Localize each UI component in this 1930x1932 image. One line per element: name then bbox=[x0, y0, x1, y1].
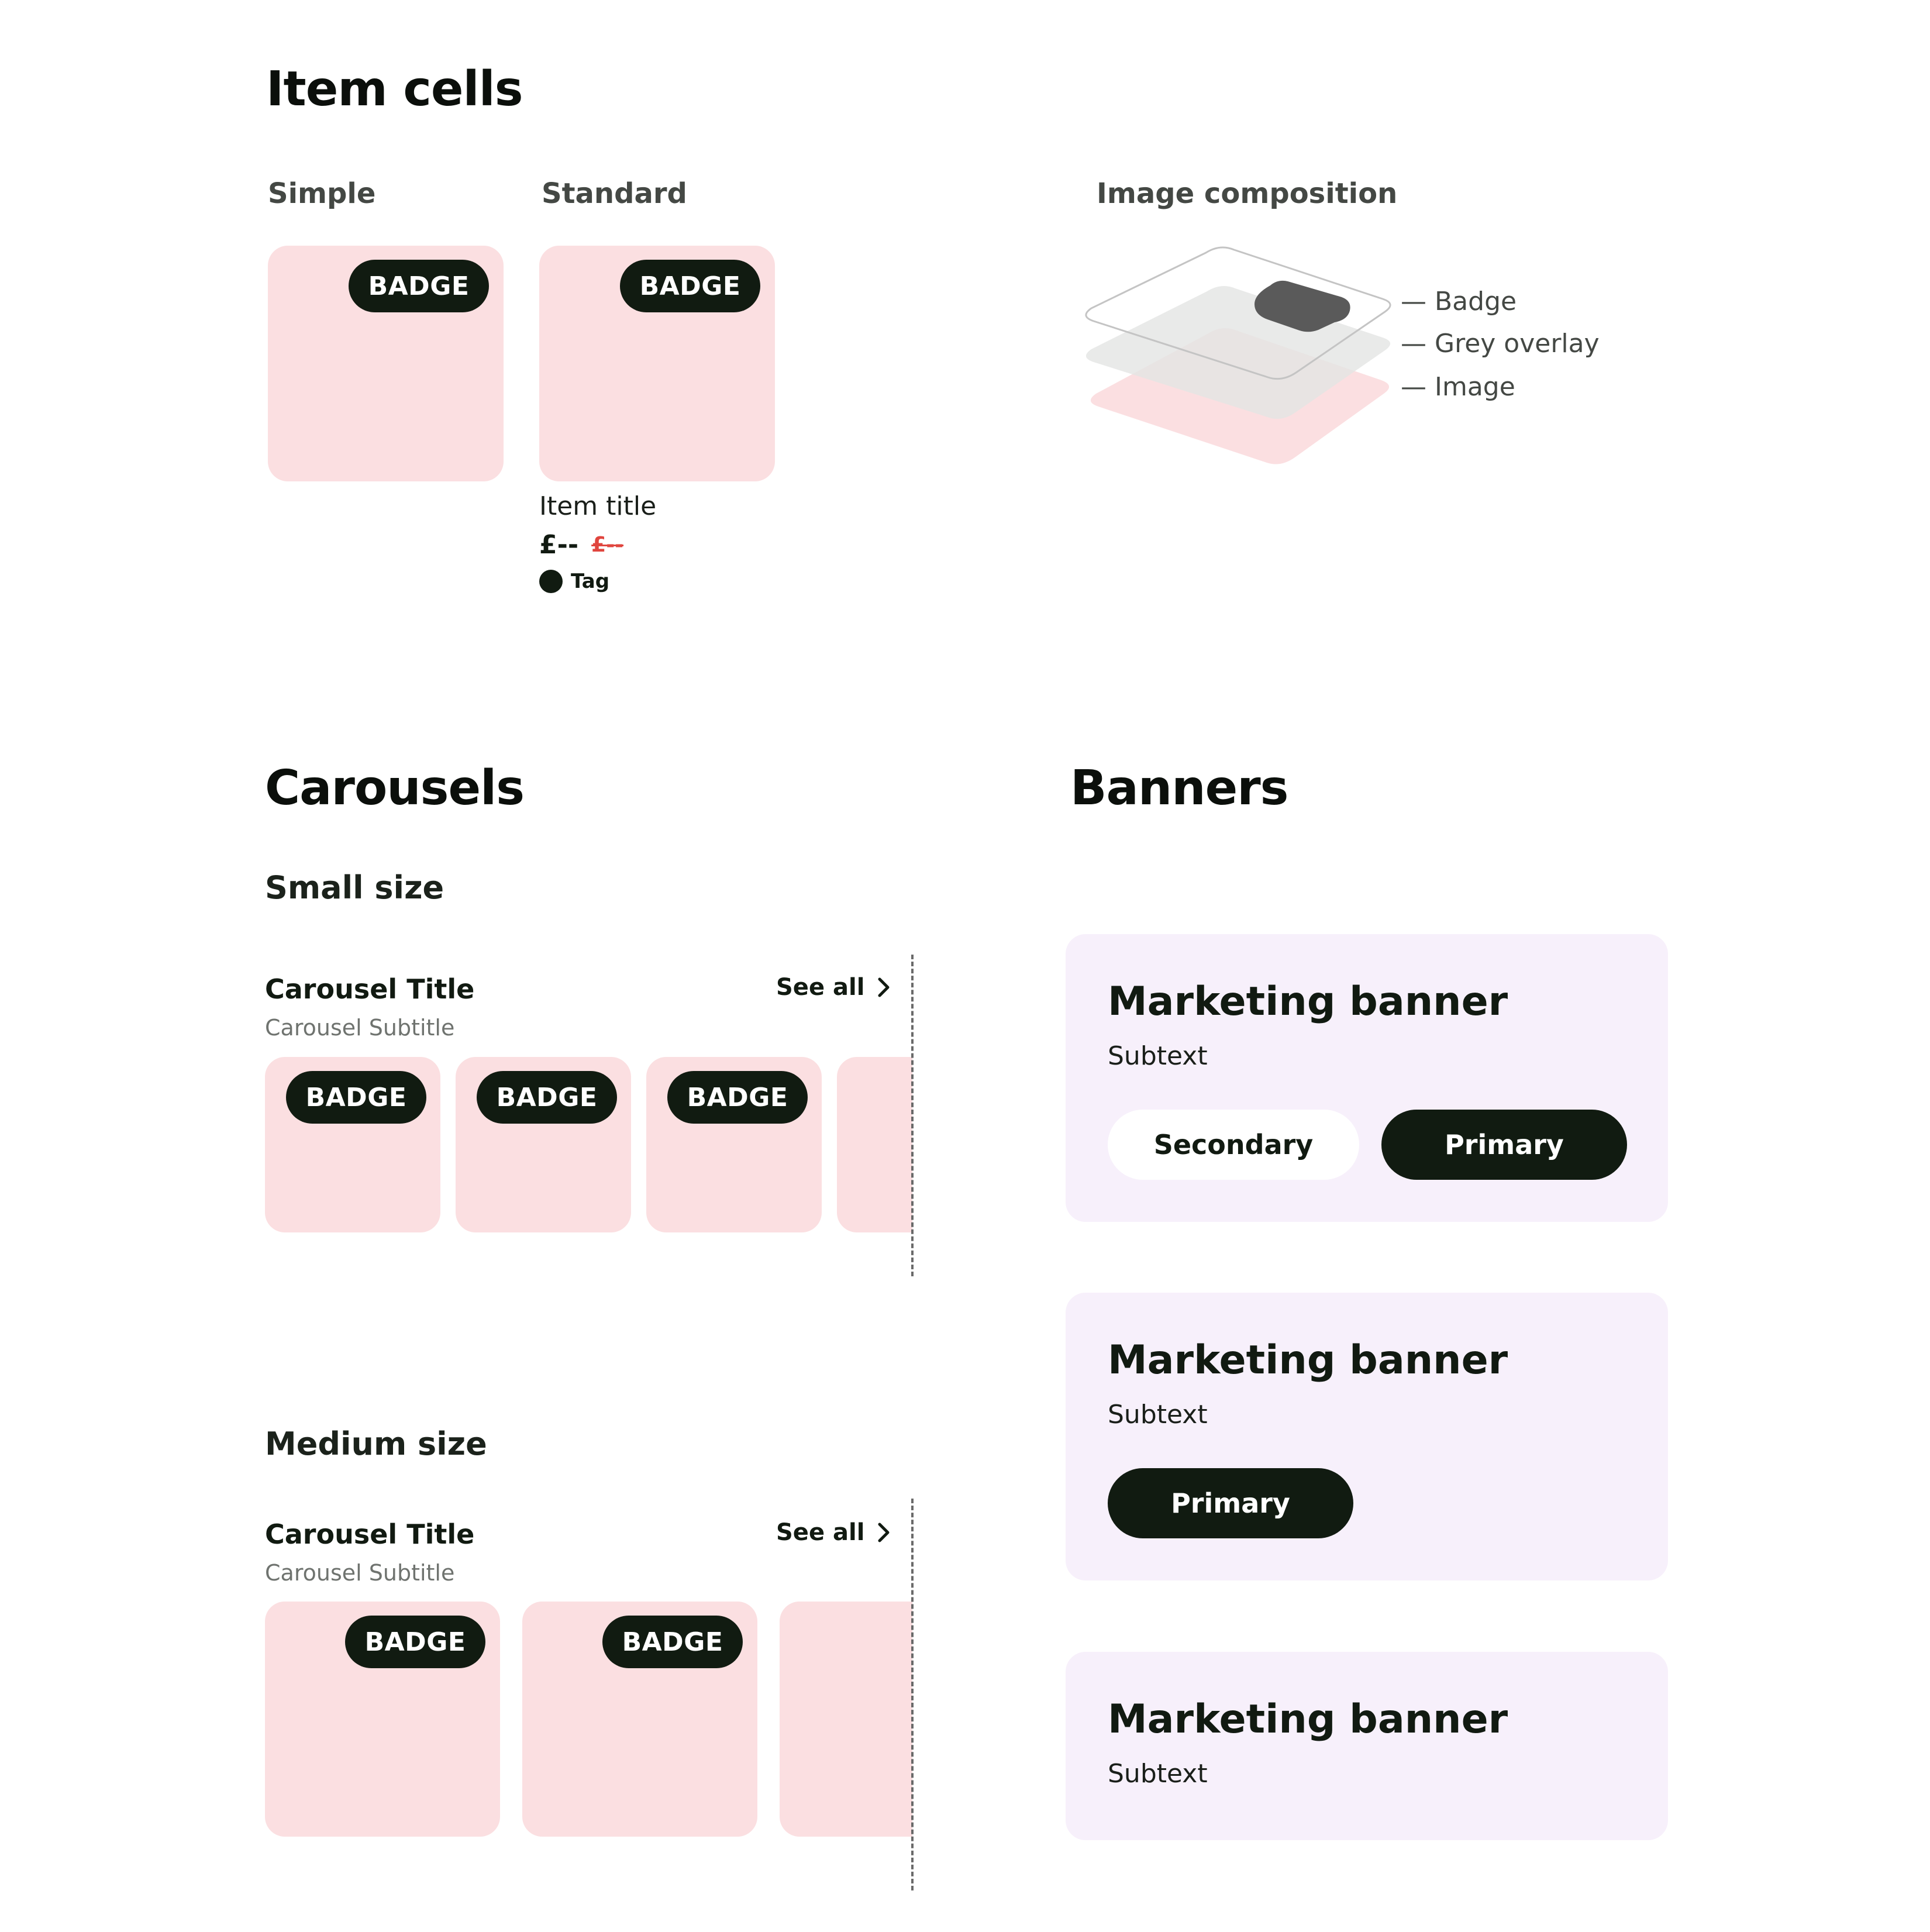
simple-label: Simple bbox=[268, 177, 376, 210]
price: £-- bbox=[539, 530, 579, 560]
banner-subtext: Subtext bbox=[1108, 1400, 1208, 1430]
marketing-banner[interactable]: Marketing banner Subtext Primary bbox=[1066, 1293, 1668, 1580]
tag-label: Tag bbox=[571, 570, 610, 593]
item-title: Item title bbox=[539, 491, 657, 521]
banner-subtext: Subtext bbox=[1108, 1041, 1208, 1071]
carousel-item[interactable]: BADGE bbox=[646, 1057, 822, 1232]
chevron-right-icon bbox=[878, 977, 890, 997]
banner-title: Marketing banner bbox=[1108, 979, 1508, 1025]
small-size-label: Small size bbox=[265, 869, 444, 906]
standard-label: Standard bbox=[542, 177, 687, 210]
carousel-item[interactable]: BADGE bbox=[265, 1602, 500, 1837]
badge: BADGE bbox=[602, 1616, 743, 1668]
legend-image: — Image bbox=[1401, 372, 1515, 402]
viewport-edge-divider bbox=[911, 1499, 914, 1890]
carousel-item[interactable]: BADGE bbox=[522, 1602, 757, 1837]
carousels-heading: Carousels bbox=[265, 760, 525, 816]
carousel-title: Carousel Title bbox=[265, 973, 475, 1005]
see-all-label: See all bbox=[776, 974, 865, 1001]
price-row: £-- £-- bbox=[539, 532, 623, 558]
badge: BADGE bbox=[286, 1071, 426, 1124]
see-all-link[interactable]: See all bbox=[776, 976, 891, 999]
marketing-banner[interactable]: Marketing banner Subtext bbox=[1066, 1652, 1668, 1840]
carousel-item[interactable]: BADGE bbox=[265, 1057, 440, 1232]
badge: BADGE bbox=[667, 1071, 808, 1124]
banner-title: Marketing banner bbox=[1108, 1696, 1508, 1742]
tag: Tag bbox=[539, 570, 609, 593]
carousel-item-partial[interactable] bbox=[837, 1057, 912, 1232]
legend-grey-overlay: — Grey overlay bbox=[1401, 329, 1600, 359]
banner-subtext: Subtext bbox=[1108, 1759, 1208, 1789]
medium-carousel-track[interactable]: BADGE BADGE bbox=[265, 1602, 912, 1837]
carousel-subtitle: Carousel Subtitle bbox=[265, 1015, 455, 1041]
badge: BADGE bbox=[477, 1071, 617, 1124]
marketing-banner[interactable]: Marketing banner Subtext Secondary Prima… bbox=[1066, 934, 1668, 1222]
price-old: £-- bbox=[591, 533, 624, 557]
secondary-button[interactable]: Secondary bbox=[1108, 1110, 1359, 1180]
carousel-subtitle: Carousel Subtitle bbox=[265, 1560, 455, 1586]
tag-dot-icon bbox=[539, 570, 563, 593]
item-cells-heading: Item cells bbox=[266, 61, 523, 117]
badge: BADGE bbox=[349, 260, 489, 312]
carousel-title: Carousel Title bbox=[265, 1518, 475, 1550]
standard-item-cell[interactable]: BADGE bbox=[539, 246, 775, 481]
carousel-item-partial[interactable] bbox=[780, 1602, 912, 1837]
legend-badge: — Badge bbox=[1401, 287, 1517, 316]
see-all-label: See all bbox=[776, 1519, 865, 1546]
image-composition-diagram bbox=[1085, 246, 1391, 464]
banner-title: Marketing banner bbox=[1108, 1337, 1508, 1383]
small-carousel-track[interactable]: BADGE BADGE BADGE bbox=[265, 1057, 912, 1232]
primary-button[interactable]: Primary bbox=[1381, 1110, 1627, 1180]
banners-heading: Banners bbox=[1070, 760, 1288, 816]
badge: BADGE bbox=[345, 1616, 485, 1668]
image-composition-label: Image composition bbox=[1097, 177, 1398, 210]
carousel-item[interactable]: BADGE bbox=[456, 1057, 631, 1232]
viewport-edge-divider bbox=[911, 955, 914, 1276]
badge: BADGE bbox=[620, 260, 760, 312]
chevron-right-icon bbox=[878, 1523, 890, 1542]
primary-button[interactable]: Primary bbox=[1108, 1468, 1353, 1538]
see-all-link[interactable]: See all bbox=[776, 1521, 891, 1544]
simple-item-cell[interactable]: BADGE bbox=[268, 246, 504, 481]
medium-size-label: Medium size bbox=[265, 1425, 487, 1462]
